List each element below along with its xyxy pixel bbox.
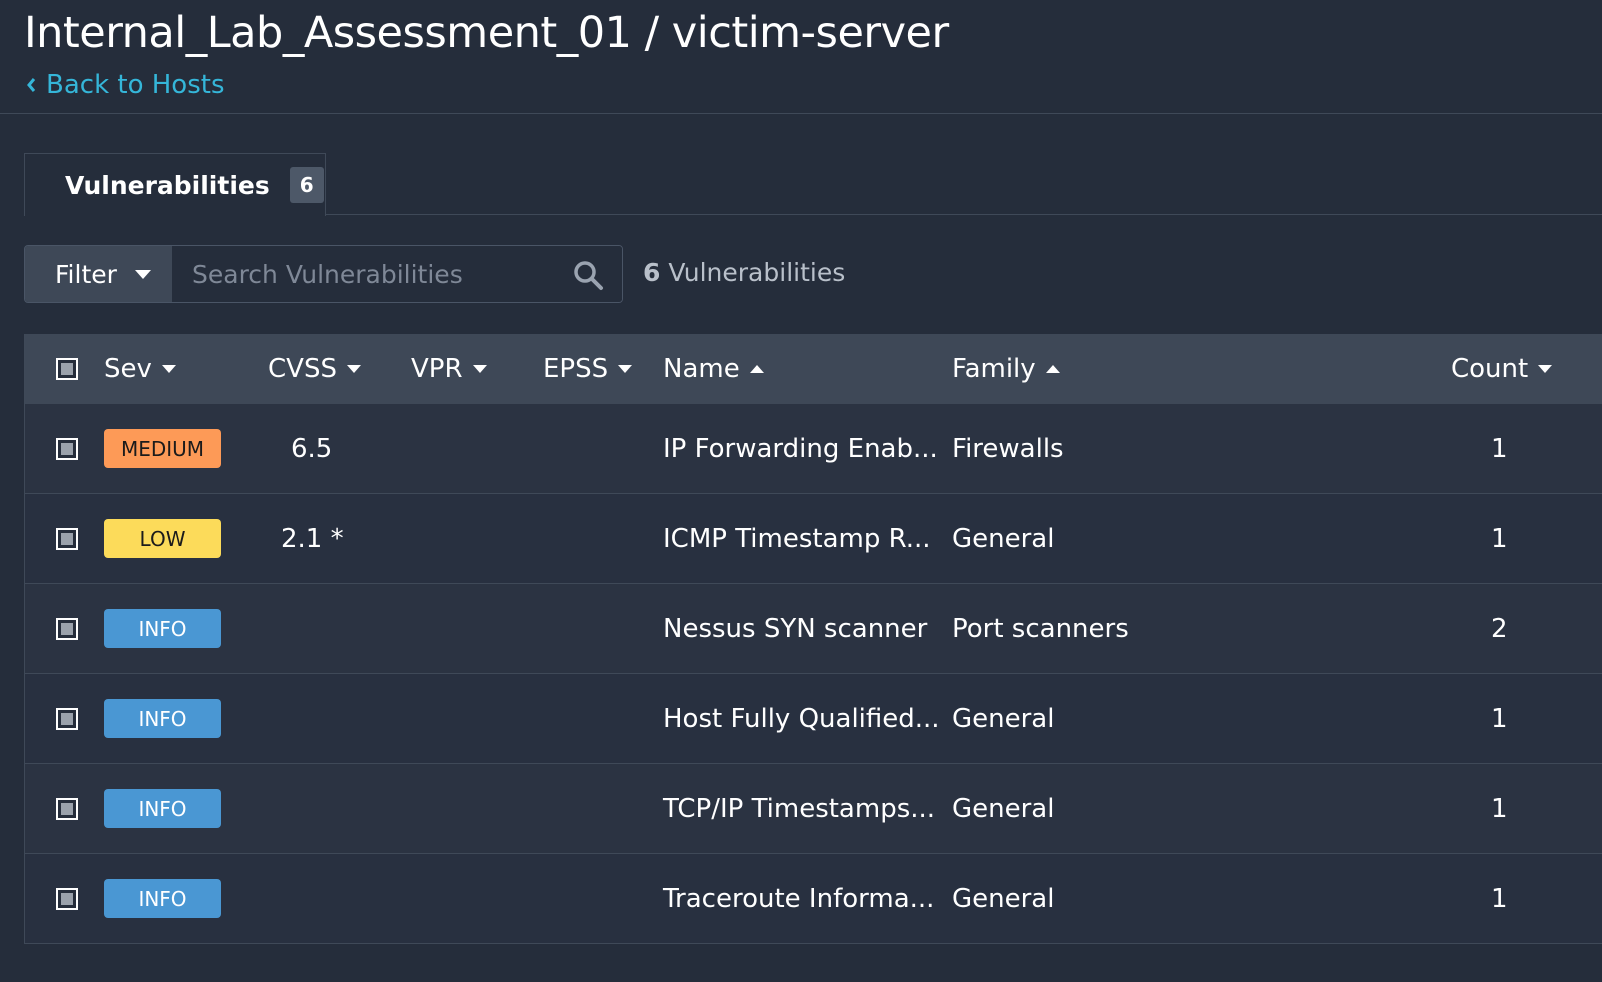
sort-down-icon [346,365,361,373]
row-checkbox[interactable] [56,528,78,550]
vulnerability-name: Host Fully Qualified... [663,703,940,734]
severity-badge: INFO [104,789,221,828]
sort-down-icon [161,365,176,373]
column-label: Count [1451,354,1529,384]
tab-label: Vulnerabilities [65,170,270,200]
vulnerability-name: TCP/IP Timestamps... [663,793,936,824]
table-row[interactable]: INFO TCP/IP Timestamps... General 1 [25,764,1602,854]
table-row[interactable]: INFO Traceroute Informa... General 1 [25,854,1602,944]
row-checkbox[interactable] [56,798,78,820]
result-count-label: Vulnerabilities [668,258,846,287]
family-value: Firewalls [952,433,1064,464]
row-checkbox[interactable] [56,438,78,460]
filter-dropdown-button[interactable]: Filter [25,246,172,302]
column-header-name[interactable]: Name [663,334,764,404]
caret-down-icon [134,269,151,279]
severity-badge: LOW [104,519,221,558]
count-value: 1 [1491,523,1508,554]
page-header: Internal_Lab_Assessment_01 / victim-serv… [0,0,1602,114]
column-header-cvss[interactable]: CVSS [268,334,361,404]
cvss-value: 6.5 [291,433,333,464]
page-title: Internal_Lab_Assessment_01 / victim-serv… [24,8,949,58]
sort-down-icon [618,365,633,373]
sort-up-icon [749,365,764,373]
count-value: 1 [1491,703,1508,734]
count-value: 1 [1491,793,1508,824]
table-row[interactable]: INFO Host Fully Qualified... General 1 [25,674,1602,764]
table-body: MEDIUM 6.5 IP Forwarding Enab... Firewal… [25,404,1602,944]
chevron-left-icon [27,78,36,92]
back-to-hosts-link[interactable]: Back to Hosts [26,70,225,100]
row-checkbox[interactable] [56,618,78,640]
column-header-count[interactable]: Count [1451,334,1553,404]
back-link-label: Back to Hosts [46,70,225,100]
sort-up-icon [1045,365,1060,373]
column-header-vpr[interactable]: VPR [411,334,487,404]
family-value: General [952,523,1055,554]
count-value: 1 [1491,433,1508,464]
vulnerability-name: Traceroute Informa... [663,883,935,914]
table-header: Sev CVSS VPR EPSS Name Family Count [25,334,1602,404]
family-value: General [952,883,1055,914]
column-label: Name [663,354,740,384]
column-header-family[interactable]: Family [952,334,1060,404]
column-label: Family [952,354,1036,384]
count-value: 1 [1491,883,1508,914]
row-checkbox[interactable] [56,708,78,730]
severity-badge: INFO [104,609,221,648]
tab-count-badge: 6 [289,167,324,203]
filter-label: Filter [55,259,117,289]
cvss-value: 2.1 * [281,523,344,554]
table-row[interactable]: MEDIUM 6.5 IP Forwarding Enab... Firewal… [25,404,1602,494]
select-all-checkbox[interactable] [56,358,78,380]
sort-down-icon [1538,365,1553,373]
search-input[interactable] [172,246,622,302]
family-value: General [952,703,1055,734]
vulnerabilities-table: Sev CVSS VPR EPSS Name Family Count MEDI… [24,334,1602,944]
family-value: General [952,793,1055,824]
table-row[interactable]: LOW 2.1 * ICMP Timestamp R... General 1 [25,494,1602,584]
result-count-number: 6 [643,258,661,287]
table-row[interactable]: INFO Nessus SYN scanner Port scanners 2 [25,584,1602,674]
count-value: 2 [1491,613,1508,644]
vulnerability-name: IP Forwarding Enab... [663,433,938,464]
column-label: EPSS [543,354,609,384]
severity-badge: INFO [104,699,221,738]
tab-vulnerabilities[interactable]: Vulnerabilities 6 [24,153,326,216]
family-value: Port scanners [952,613,1129,644]
column-label: VPR [411,354,463,384]
filter-search-group: Filter [24,245,623,303]
column-header-epss[interactable]: EPSS [543,334,633,404]
severity-badge: MEDIUM [104,429,221,468]
severity-badge: INFO [104,879,221,918]
result-count: 6 Vulnerabilities [643,258,845,287]
search-icon[interactable] [572,259,604,291]
column-label: CVSS [268,354,337,384]
column-label: Sev [104,354,152,384]
vulnerability-name: ICMP Timestamp R... [663,523,931,554]
column-header-sev[interactable]: Sev [104,334,176,404]
vulnerability-name: Nessus SYN scanner [663,613,928,644]
sort-down-icon [472,365,487,373]
row-checkbox[interactable] [56,888,78,910]
